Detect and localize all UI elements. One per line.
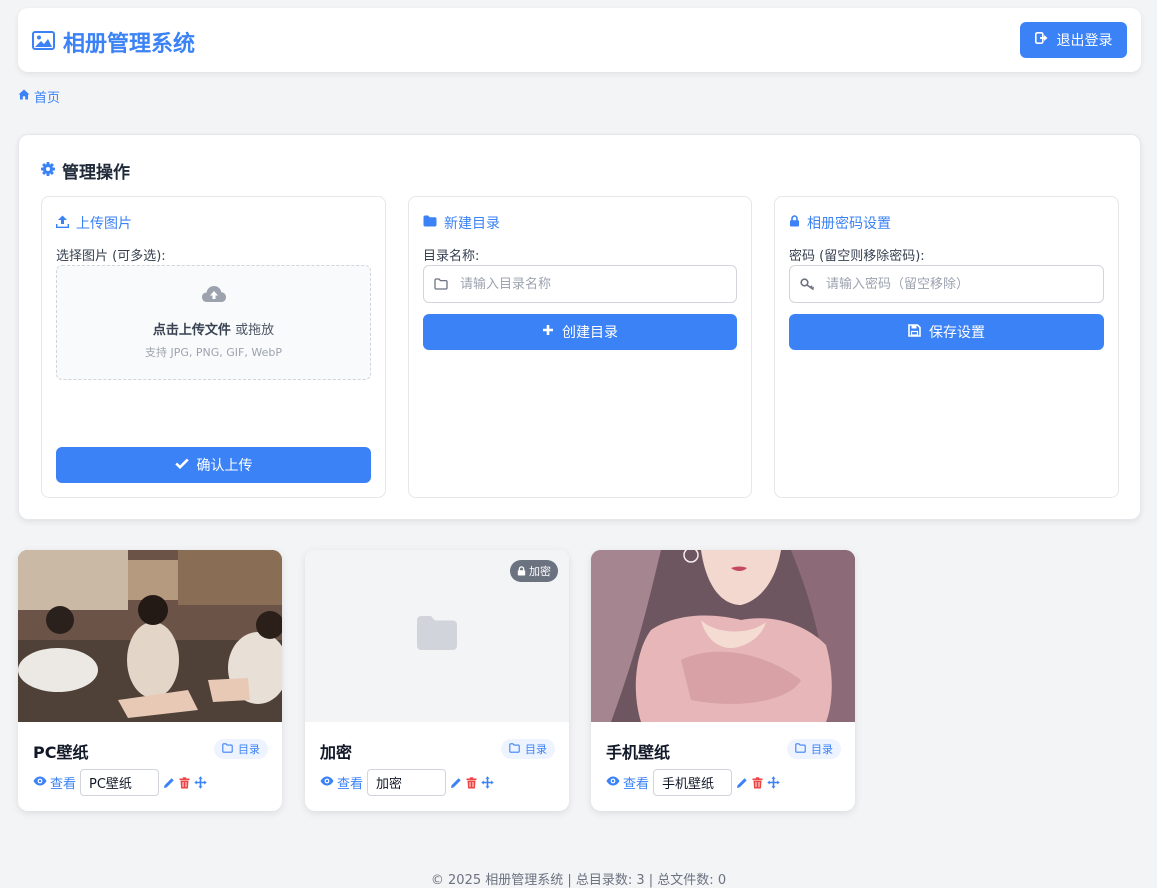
rename-input[interactable]	[653, 769, 733, 796]
password-title: 相册密码设置	[789, 213, 891, 233]
dropzone-hint: 支持 JPG, PNG, GIF, WebP	[145, 346, 282, 359]
locked-badge: 加密	[510, 560, 558, 582]
dropzone-rest: 或拖放	[230, 323, 275, 338]
admin-title-text: 管理操作	[62, 163, 130, 183]
album-name: 手机壁纸	[606, 743, 671, 762]
upload-label: 选择图片 (可多选):	[56, 249, 166, 264]
lock-icon	[789, 215, 800, 231]
new-dir-title-text: 新建目录	[444, 216, 500, 232]
password-field	[789, 265, 1104, 303]
check-icon	[174, 457, 189, 473]
rename-input[interactable]	[80, 769, 160, 796]
app-title: 相册管理系统	[63, 32, 196, 57]
sign-out-icon	[1034, 32, 1049, 48]
dropzone-strong: 点击上传文件	[152, 323, 231, 338]
create-dir-label: 创建目录	[562, 325, 618, 341]
folder-placeholder-icon	[417, 616, 457, 650]
breadcrumb-home[interactable]: 首页	[18, 87, 60, 106]
eye-icon	[320, 775, 334, 790]
dir-name-input[interactable]	[458, 276, 720, 292]
cloud-upload-icon	[201, 284, 227, 308]
directory-badge: 目录	[501, 739, 555, 759]
home-icon	[18, 89, 30, 104]
album-card[interactable]: 加密 加密 目录 查看	[305, 550, 569, 811]
password-label: 密码 (留空则移除密码):	[789, 249, 925, 264]
app-header: 相册管理系统 退出登录	[18, 8, 1141, 72]
lock-icon	[517, 566, 526, 576]
gear-icon	[41, 161, 55, 181]
album-actions: 查看	[320, 769, 494, 796]
trash-icon[interactable]	[179, 776, 190, 789]
confirm-upload-button[interactable]: 确认上传	[56, 447, 371, 483]
password-title-text: 相册密码设置	[807, 216, 891, 232]
folder-outline-icon	[424, 278, 458, 290]
dropzone-text: 点击上传文件 或拖放	[57, 319, 370, 338]
new-dir-panel: 新建目录 目录名称: 创建目录	[408, 196, 752, 498]
view-album-label: 查看	[337, 777, 364, 792]
trash-icon[interactable]	[752, 776, 763, 789]
directory-badge-label: 目录	[238, 743, 260, 756]
dir-name-label: 目录名称:	[423, 249, 480, 264]
album-actions: 查看	[33, 769, 207, 796]
album-thumbnail[interactable]	[18, 550, 282, 722]
move-icon[interactable]	[481, 776, 494, 789]
folder-icon	[423, 215, 437, 231]
pencil-icon[interactable]	[736, 777, 748, 789]
rename-input[interactable]	[367, 769, 447, 796]
password-input[interactable]	[824, 276, 1086, 292]
key-icon	[790, 278, 824, 290]
album-name: 加密	[320, 743, 353, 762]
move-icon[interactable]	[767, 776, 780, 789]
directory-badge: 目录	[787, 739, 841, 759]
admin-panel: 管理操作 上传图片 选择图片 (可多选): 点击上传文件 或拖放 支持 JPG,…	[18, 134, 1141, 520]
album-actions: 查看	[606, 769, 780, 796]
trash-icon[interactable]	[466, 776, 477, 789]
upload-title: 上传图片	[55, 213, 132, 233]
save-icon	[908, 323, 921, 341]
page-footer: © 2025 相册管理系统 | 总目录数: 3 | 总文件数: 0	[430, 873, 727, 888]
album-thumbnail[interactable]: 加密	[305, 550, 569, 722]
plus-icon	[542, 324, 554, 340]
new-dir-title: 新建目录	[423, 213, 500, 233]
album-card[interactable]: PC壁纸 目录 查看	[18, 550, 282, 811]
dir-name-field	[423, 265, 737, 303]
breadcrumb-home-label: 首页	[34, 91, 61, 106]
view-album-link[interactable]: 查看	[33, 773, 76, 792]
view-album-link[interactable]: 查看	[606, 773, 649, 792]
locked-badge-label: 加密	[529, 565, 551, 578]
album-thumbnail[interactable]	[591, 550, 855, 722]
upload-icon	[55, 215, 70, 232]
image-icon	[32, 30, 55, 54]
upload-panel: 上传图片 选择图片 (可多选): 点击上传文件 或拖放 支持 JPG, PNG,…	[41, 196, 386, 498]
create-dir-button[interactable]: 创建目录	[423, 314, 737, 350]
folder-outline-icon	[795, 742, 806, 756]
folder-outline-icon	[509, 742, 520, 756]
eye-icon	[606, 775, 620, 790]
admin-title: 管理操作	[41, 158, 130, 183]
album-name: PC壁纸	[33, 743, 89, 762]
logout-button[interactable]: 退出登录	[1020, 22, 1127, 58]
save-settings-button[interactable]: 保存设置	[789, 314, 1104, 350]
pencil-icon[interactable]	[450, 777, 462, 789]
album-card[interactable]: 手机壁纸 目录 查看	[591, 550, 855, 811]
directory-badge: 目录	[214, 739, 268, 759]
save-settings-label: 保存设置	[929, 325, 985, 341]
logout-label: 退出登录	[1056, 33, 1113, 49]
password-panel: 相册密码设置 密码 (留空则移除密码): 保存设置	[774, 196, 1119, 498]
directory-badge-label: 目录	[525, 743, 547, 756]
brand: 相册管理系统	[32, 26, 195, 58]
view-album-link[interactable]: 查看	[320, 773, 363, 792]
folder-outline-icon	[222, 742, 233, 756]
confirm-upload-label: 确认上传	[196, 458, 253, 474]
view-album-label: 查看	[50, 777, 77, 792]
file-dropzone[interactable]: 点击上传文件 或拖放 支持 JPG, PNG, GIF, WebP	[56, 265, 371, 380]
view-album-label: 查看	[623, 777, 650, 792]
upload-title-text: 上传图片	[76, 216, 132, 232]
pencil-icon[interactable]	[163, 777, 175, 789]
eye-icon	[33, 775, 47, 790]
directory-badge-label: 目录	[811, 743, 833, 756]
move-icon[interactable]	[194, 776, 207, 789]
